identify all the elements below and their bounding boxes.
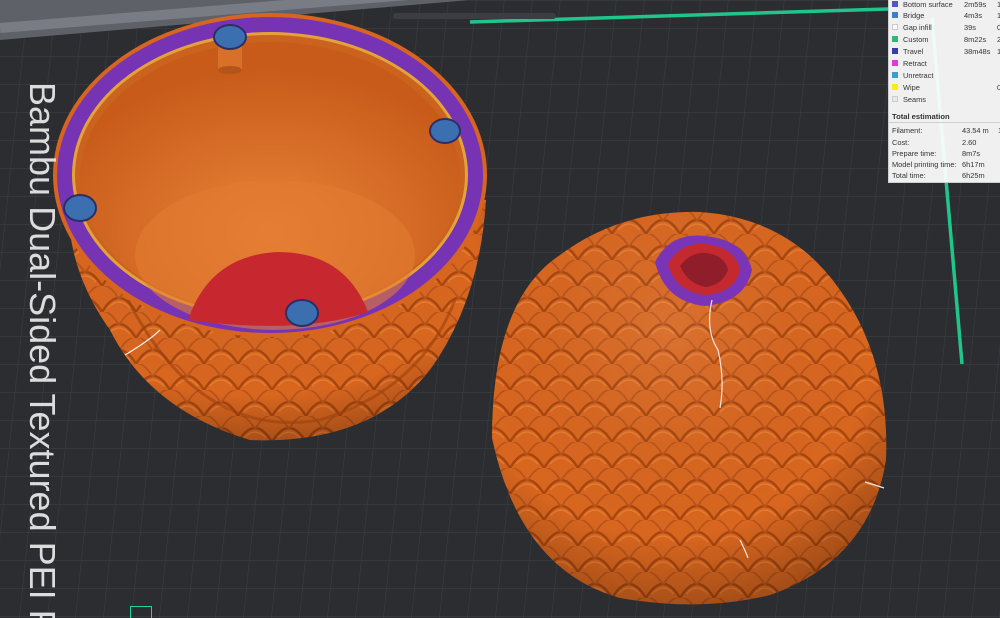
legend-row-unretract: Unretract	[889, 71, 1000, 81]
legend-row-travel: Travel 38m48s 10	[889, 47, 1000, 57]
model-printing-time-label: Model printing time:	[892, 160, 957, 169]
cost-value: 2.60	[962, 138, 977, 147]
total-time-label: Total time:	[892, 171, 926, 180]
prepare-time-value: 8m7s	[962, 149, 981, 158]
legend-time: 2m59s	[964, 0, 987, 9]
total-model-time-row: Model printing time: 6h17m	[889, 160, 1000, 171]
legend-row-bottom-surface: Bottom surface 2m59s 1	[889, 0, 1000, 10]
plate-type-label: Bambu Dual-Sided Textured PEI P	[22, 82, 63, 618]
legend-label: Travel	[903, 47, 924, 56]
total-estimation-heading: Total estimation	[892, 112, 950, 121]
legend-label: Retract	[903, 59, 927, 68]
legend-time: 39s	[964, 23, 976, 32]
total-time-value: 6h25m	[962, 171, 985, 180]
legend-time: 38m48s	[964, 47, 991, 56]
legend-swatch	[892, 48, 898, 54]
origin-marker	[130, 606, 152, 618]
support-point	[429, 118, 461, 144]
legend-time: 4m3s	[964, 11, 983, 20]
3d-preview-viewport[interactable]: Bambu Dual-Sided Textured PEI P Bottom s…	[0, 0, 1000, 618]
legend-swatch	[892, 60, 898, 66]
legend-label: Bottom surface	[903, 0, 953, 9]
legend-label: Gap infill	[903, 23, 932, 32]
legend-row-bridge: Bridge 4m3s 1	[889, 11, 1000, 21]
total-filament-row: Filament: 43.54 m 1	[889, 126, 1000, 137]
legend-swatch	[892, 1, 898, 7]
legend-row-wipe: Wipe 0	[889, 83, 1000, 93]
legend-swatch	[892, 36, 898, 42]
legend-label: Wipe	[903, 83, 920, 92]
legend-row-retract: Retract	[889, 59, 1000, 69]
view-handle[interactable]	[393, 13, 556, 19]
cost-label: Cost:	[892, 138, 910, 147]
legend-divider	[889, 122, 1000, 123]
model-printing-time-value: 6h17m	[962, 160, 985, 169]
legend-swatch	[892, 12, 898, 18]
legend-row-seams: Seams	[889, 95, 1000, 105]
slice-legend-panel: Bottom surface 2m59s 1 Bridge 4m3s 1 Gap…	[888, 0, 1000, 183]
filament-value: 43.54 m	[962, 126, 989, 135]
legend-swatch	[892, 24, 898, 30]
legend-row-gap-infill: Gap infill 39s 0	[889, 23, 1000, 33]
legend-label: Bridge	[903, 11, 925, 20]
filament-label: Filament:	[892, 126, 923, 135]
support-point	[285, 299, 319, 327]
legend-row-custom: Custom 8m22s 2	[889, 35, 1000, 45]
legend-swatch	[892, 96, 898, 102]
legend-label: Seams	[903, 95, 927, 104]
total-time-row: Total time: 6h25m	[889, 171, 1000, 182]
legend-swatch	[892, 84, 898, 90]
total-prepare-row: Prepare time: 8m7s	[889, 149, 1000, 160]
legend-label: Custom	[903, 35, 929, 44]
plate-type-text: Bambu Dual-Sided Textured PEI P	[22, 82, 63, 618]
prepare-time-label: Prepare time:	[892, 149, 937, 158]
legend-swatch	[892, 72, 898, 78]
preview-scene[interactable]	[0, 0, 1000, 618]
total-cost-row: Cost: 2.60	[889, 138, 1000, 149]
legend-label: Unretract	[903, 71, 934, 80]
support-point	[213, 24, 247, 50]
legend-time: 8m22s	[964, 35, 987, 44]
